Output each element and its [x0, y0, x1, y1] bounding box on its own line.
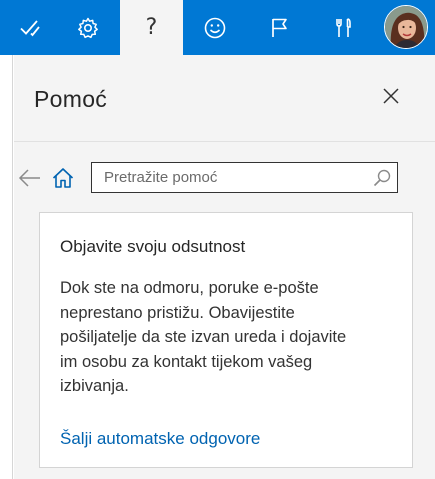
card-title: Objavite svoju odsutnost — [60, 237, 246, 256]
back-arrow-icon — [18, 169, 40, 187]
whats-new-button[interactable] — [250, 0, 310, 55]
todo-button[interactable] — [0, 0, 60, 55]
home-icon — [52, 168, 74, 188]
checkmark-icon — [20, 19, 40, 36]
help-article-card: Objavite svoju odsutnost Dok ste na odmo… — [39, 212, 413, 468]
search-icon — [373, 169, 391, 187]
header-divider — [14, 141, 435, 142]
smiley-icon — [204, 17, 226, 38]
send-auto-replies-link[interactable]: Šalji automatske odgovore — [60, 429, 260, 449]
home-button[interactable] — [51, 166, 75, 190]
search-box — [91, 162, 398, 193]
panel-title: Pomoć — [34, 86, 108, 112]
search-input[interactable] — [92, 163, 362, 192]
help-panel-header: Pomoć — [14, 55, 435, 141]
feedback-button[interactable] — [185, 0, 245, 55]
close-button[interactable] — [381, 86, 401, 106]
card-body-line: pošiljatelje da ste izvan ureda i dojavi… — [60, 328, 347, 346]
tools-button[interactable] — [313, 0, 373, 55]
help-panel: Pomoć Objavite svoju odsutnost Dok — [14, 55, 435, 479]
settings-button[interactable] — [58, 0, 118, 55]
back-button[interactable] — [18, 168, 42, 188]
card-body: Dok ste na odmoru, poruke e-pošte nepres… — [60, 276, 400, 399]
gear-icon — [78, 17, 98, 38]
card-body-line: Dok ste na odmoru, poruke e-pošte — [60, 279, 319, 297]
search-button[interactable] — [372, 168, 392, 188]
question-icon: ? — [145, 15, 158, 40]
help-button[interactable]: ? — [120, 0, 183, 55]
top-toolbar: ? — [0, 0, 435, 55]
card-body-line: izbivanja. — [60, 377, 129, 395]
left-edge-strip — [0, 55, 13, 479]
flag-icon — [272, 18, 287, 37]
close-icon — [383, 88, 399, 104]
avatar-image — [385, 6, 427, 48]
user-avatar[interactable] — [384, 5, 428, 49]
card-body-line: neprestano pristižu. Obavijestite — [60, 303, 295, 322]
card-body-line: im osobu za kontakt tijekom vašeg — [60, 352, 313, 371]
tools-icon — [336, 17, 351, 37]
